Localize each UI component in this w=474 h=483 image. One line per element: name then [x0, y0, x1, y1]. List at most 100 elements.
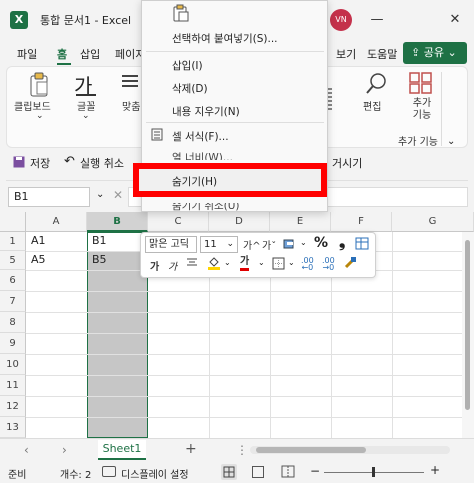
- page-layout-view-icon[interactable]: [252, 466, 264, 478]
- zoom-slider-thumb[interactable]: [372, 467, 375, 477]
- tab-help[interactable]: 도움말: [367, 46, 397, 62]
- zoom-in-button[interactable]: +: [430, 463, 440, 477]
- undo-label[interactable]: 실행 취소: [80, 155, 124, 171]
- cell-b1[interactable]: B1: [89, 231, 107, 251]
- menu-item-delete[interactable]: 삭제(D): [172, 81, 208, 96]
- row-header-5[interactable]: 5: [0, 251, 26, 270]
- cell-a5[interactable]: A5: [28, 250, 46, 270]
- format-painter-icon[interactable]: [355, 237, 369, 250]
- next-sheet-icon[interactable]: ›: [62, 443, 67, 457]
- tab-file[interactable]: 파일: [17, 46, 37, 62]
- select-all-corner[interactable]: [0, 212, 26, 232]
- decrease-font-size-button[interactable]: 가ˇ: [262, 237, 276, 252]
- column-header-c[interactable]: C: [148, 212, 209, 232]
- menu-item-format-cells[interactable]: 셀 서식(F)...: [172, 129, 229, 144]
- add-sheet-button[interactable]: +: [185, 441, 197, 457]
- row-header-6[interactable]: 6: [0, 270, 26, 291]
- save-icon[interactable]: [13, 156, 25, 168]
- scrollbar-thumb[interactable]: [465, 240, 470, 410]
- chevron-down-icon[interactable]: ⌄: [224, 258, 231, 267]
- minimize-icon[interactable]: —: [364, 8, 390, 32]
- chevron-down-icon[interactable]: ⌄: [300, 238, 307, 247]
- chevron-down-icon[interactable]: ⌄: [96, 189, 104, 200]
- percent-style-button[interactable]: %: [314, 235, 328, 251]
- tab-home[interactable]: 홈: [57, 46, 67, 62]
- prev-sheet-icon[interactable]: ‹: [24, 443, 29, 457]
- chevron-down-icon[interactable]: ⌄: [447, 136, 455, 147]
- chevron-down-icon[interactable]: ⌄: [36, 111, 44, 121]
- close-icon[interactable]: ✕: [442, 8, 468, 32]
- cell-a1[interactable]: A1: [28, 231, 46, 251]
- italic-button[interactable]: 가: [168, 258, 177, 273]
- decrease-decimal-button[interactable]: .00 →0: [322, 257, 335, 272]
- hscroll-thumb[interactable]: [256, 447, 366, 453]
- chevron-down-icon[interactable]: ⌄: [82, 111, 90, 121]
- display-settings-icon[interactable]: [102, 466, 116, 477]
- undo-icon[interactable]: ↶: [64, 154, 75, 169]
- more-icon[interactable]: ⋮: [236, 443, 248, 457]
- row-header-8[interactable]: 8: [0, 312, 26, 333]
- row-header-7[interactable]: 7: [0, 291, 26, 312]
- align-icon[interactable]: [121, 72, 139, 92]
- share-button[interactable]: ⇪ 공유 ⌄: [403, 42, 467, 64]
- currency-format-icon[interactable]: [283, 238, 298, 250]
- qat-more-label[interactable]: 거시기: [332, 155, 362, 171]
- row-header-10[interactable]: 10: [0, 354, 26, 375]
- search-icon[interactable]: [364, 72, 388, 96]
- column-header-g[interactable]: G: [392, 212, 474, 232]
- hide-item-highlight: [133, 163, 327, 197]
- align-center-icon[interactable]: [186, 257, 198, 269]
- menu-item-column-width[interactable]: 열 너비(W)...: [172, 150, 233, 160]
- tab-view[interactable]: 보기: [336, 46, 356, 62]
- font-name-select[interactable]: 맑은 고딕: [145, 236, 197, 253]
- fill-color-icon[interactable]: [207, 256, 221, 270]
- normal-view-icon[interactable]: [221, 464, 237, 480]
- sheet-tab-sheet1[interactable]: Sheet1: [98, 440, 146, 460]
- row-header-9[interactable]: 9: [0, 333, 26, 354]
- user-avatar[interactable]: VN: [330, 9, 352, 31]
- gridline: [26, 375, 474, 376]
- decrease-decimal-label: →0: [322, 263, 335, 272]
- menu-item-insert[interactable]: 삽입(I): [172, 58, 203, 73]
- tab-insert[interactable]: 삽입: [80, 46, 100, 62]
- menu-item-paste-special[interactable]: 선택하여 붙여넣기(S)...: [172, 31, 278, 46]
- menu-item-unhide[interactable]: 숨기기 취소(U): [172, 203, 240, 212]
- clipboard-icon[interactable]: [28, 72, 50, 98]
- bold-button[interactable]: 가: [150, 258, 159, 273]
- column-header-a[interactable]: A: [26, 212, 87, 232]
- increase-decimal-button[interactable]: .00 ←0: [301, 257, 314, 272]
- addins-icon[interactable]: [409, 72, 433, 94]
- save-label[interactable]: 저장: [30, 155, 50, 171]
- increase-font-size-button[interactable]: 가^: [243, 237, 261, 252]
- menu-item-clear-contents[interactable]: 내용 지우기(N): [172, 104, 240, 119]
- column-header-e[interactable]: E: [270, 212, 331, 232]
- menu-item-hide[interactable]: 숨기기(H): [172, 174, 217, 189]
- cell-b5[interactable]: B5: [89, 250, 107, 270]
- menu-separator: [146, 122, 324, 123]
- row-header-1[interactable]: 1: [0, 232, 26, 251]
- borders-icon[interactable]: [272, 257, 285, 270]
- font-color-button[interactable]: 가: [240, 256, 250, 271]
- font-size-select[interactable]: 11 ⌄: [200, 236, 238, 253]
- gridline: [26, 312, 474, 313]
- row-header-13[interactable]: 13: [0, 417, 26, 438]
- column-header-d[interactable]: D: [209, 212, 270, 232]
- brush-icon[interactable]: [343, 255, 358, 270]
- zoom-out-button[interactable]: −: [310, 464, 320, 478]
- chevron-down-icon[interactable]: ⌄: [258, 258, 265, 267]
- column-header-f[interactable]: F: [331, 212, 392, 232]
- comma-style-button[interactable]: ❟: [339, 232, 345, 252]
- cancel-icon[interactable]: ✕: [113, 188, 123, 202]
- excel-logo-icon: X: [10, 11, 28, 29]
- name-box[interactable]: B1: [8, 187, 90, 207]
- display-settings-label[interactable]: 디스플레이 설정: [121, 466, 189, 481]
- page-break-view-icon[interactable]: [281, 465, 295, 478]
- row-header-11[interactable]: 11: [0, 375, 26, 396]
- column-header-b[interactable]: B: [87, 212, 148, 232]
- chevron-down-icon[interactable]: ⌄: [288, 258, 295, 267]
- format-cells-icon[interactable]: [151, 128, 163, 141]
- ribbon-divider: [441, 72, 442, 146]
- row-header-12[interactable]: 12: [0, 396, 26, 417]
- paste-icon[interactable]: [173, 4, 189, 22]
- chevron-down-icon: ⌄: [443, 46, 457, 59]
